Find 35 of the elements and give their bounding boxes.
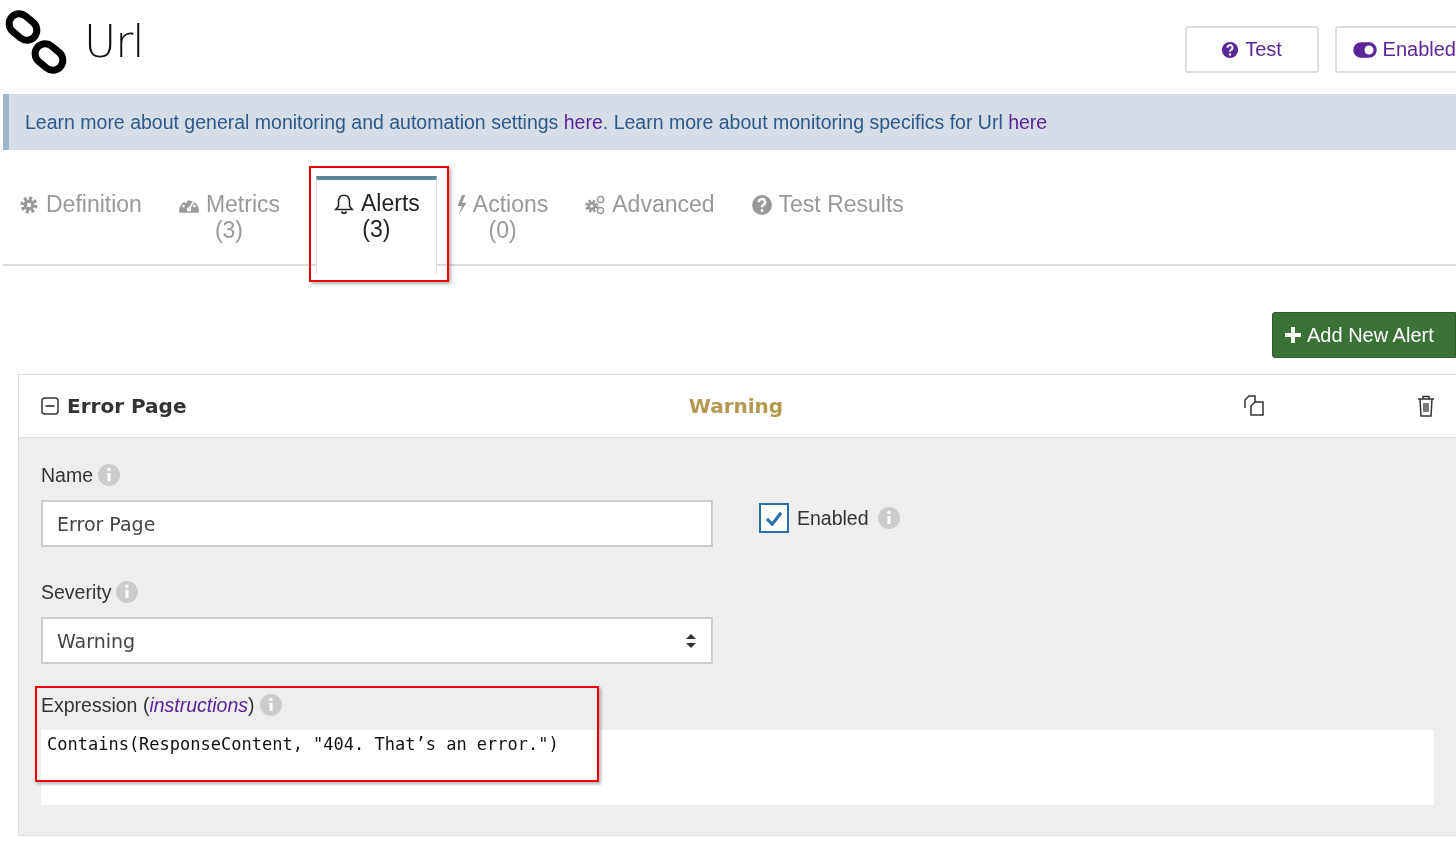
expression-editor[interactable]: Contains(ResponseContent, "404. That’s an error.") <box>41 730 1434 805</box>
plus-icon <box>1285 327 1301 343</box>
tab[interactable]: Alerts (3) <box>316 176 437 274</box>
here-link[interactable]: here <box>563 110 603 133</box>
copy-icon[interactable] <box>1242 394 1266 418</box>
name-input-field[interactable]: Error Page <box>41 500 713 547</box>
trash-icon[interactable] <box>1416 395 1436 417</box>
here-link[interactable]: here <box>1008 110 1048 133</box>
field-label: Severity <box>41 580 112 604</box>
bell-icon <box>333 192 355 215</box>
field-label: Expression (instructions) <box>41 693 255 717</box>
test-button[interactable]: Test <box>1184 26 1319 73</box>
field-label: Name <box>41 463 94 487</box>
checkmark-icon <box>765 510 783 526</box>
severity-select[interactable]: Warning <box>41 617 713 664</box>
info-icon <box>876 506 901 530</box>
info-icon <box>115 580 140 604</box>
toggle-icon <box>1352 41 1377 58</box>
info-banner-text: Learn more about general monitoring and automation settings here. Learn more about monitoring specifics for Url here <box>25 110 1048 134</box>
enabled-toggle-button[interactable]: Enabled <box>1334 26 1456 73</box>
help-icon <box>750 193 773 216</box>
alert-severity: Warning <box>687 394 785 418</box>
collapse-icon[interactable] <box>41 397 59 415</box>
help-icon <box>1221 40 1240 59</box>
page-title: Url <box>84 15 144 67</box>
info-icon <box>97 463 122 487</box>
alert-title: Error Page <box>67 394 187 418</box>
instructions-link[interactable]: instructions <box>149 693 248 716</box>
gears-icon <box>584 193 607 216</box>
add-new-alert-button[interactable]: Add New Alert <box>1272 312 1456 358</box>
lightning-bolt-icon <box>456 193 467 216</box>
info-icon <box>258 693 283 717</box>
enabled-checkbox[interactable] <box>759 503 789 533</box>
checkbox-label: Enabled <box>797 506 869 530</box>
up-down-arrows-icon <box>685 632 697 649</box>
